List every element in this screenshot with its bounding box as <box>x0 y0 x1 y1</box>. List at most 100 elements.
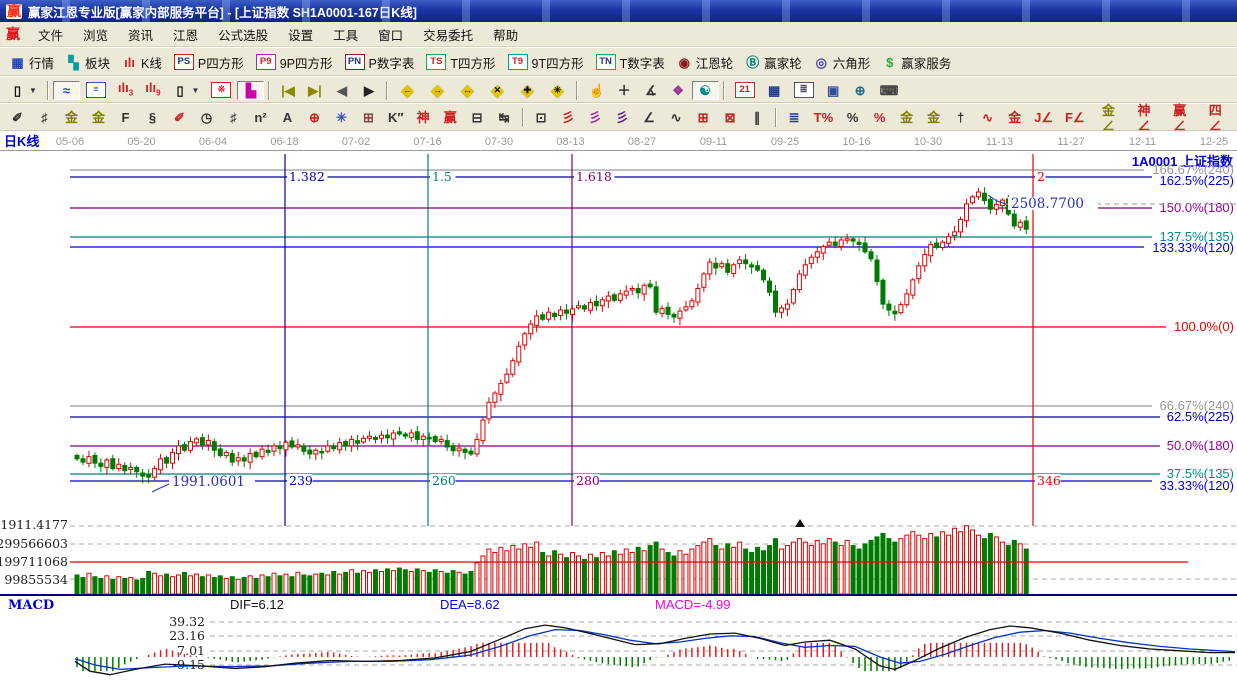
fan-purple-button[interactable]: 彡 <box>582 108 609 127</box>
gold-level-1-button[interactable]: 金 <box>58 108 85 127</box>
gold-level-2-button[interactable]: 金 <box>85 108 112 127</box>
crosshair-tool-button[interactable]: ＋ <box>611 81 638 100</box>
fan-purple-box-button[interactable]: 彡 <box>609 108 636 127</box>
window-titlebar[interactable]: 赢 赢家江恩专业版[赢家内部服务平台] - [上证指数 SH1A0001-167… <box>0 0 1237 22</box>
winner-service-button[interactable]: $赢家服务 <box>876 51 957 74</box>
candle-style-button[interactable]: ▯▼ <box>4 81 43 100</box>
diamond-cross-button[interactable]: ◆✕ <box>482 80 512 101</box>
menu-item-help[interactable]: 帮助 <box>483 22 528 47</box>
shen-tool-button[interactable]: 神 <box>410 108 437 127</box>
kline-button[interactable]: ılıK线 <box>116 51 168 74</box>
grid-red-1-button[interactable]: ⊞ <box>690 108 717 127</box>
nav-first-button[interactable]: |◀ <box>274 81 301 100</box>
parallel-lines-button[interactable]: ∥ <box>744 108 771 127</box>
shen-angle-button[interactable]: 神∠ <box>1126 101 1162 135</box>
menu-item-news[interactable]: 资讯 <box>118 22 163 47</box>
hexagon-button[interactable]: ◎六角形 <box>808 51 877 74</box>
calculator-button[interactable]: ▦ <box>761 81 788 100</box>
gold-lines-button[interactable]: 金 <box>920 108 947 127</box>
workstation-button[interactable]: ⌨ <box>874 81 905 100</box>
sword-button[interactable]: † <box>947 108 974 127</box>
spiral-5-button[interactable]: § <box>139 108 166 127</box>
t-table-button[interactable]: TNT数字表 <box>590 51 671 74</box>
notebook-button[interactable]: ≣ <box>788 80 820 100</box>
nav-next-button[interactable]: ▶ <box>355 81 382 100</box>
menu-item-window-menu[interactable]: 窗口 <box>368 22 413 47</box>
gold-circle-button[interactable]: 金 <box>893 108 920 127</box>
zigzag-mode-button[interactable]: ≈ <box>53 81 80 100</box>
corner-box-button[interactable]: ⊡ <box>528 108 555 127</box>
grid-red-2-button[interactable]: ⊠ <box>717 108 744 127</box>
eraser-pen-button[interactable]: ✐ <box>4 108 31 127</box>
sectors-button[interactable]: ▚板块 <box>60 51 116 74</box>
four-angle-button[interactable]: 四∠ <box>1197 101 1233 135</box>
win-angle-button[interactable]: 赢∠ <box>1162 101 1198 135</box>
diamond-left-button[interactable]: ◆← <box>392 80 422 101</box>
angle-lines-button[interactable]: ∠ <box>636 108 663 127</box>
menu-item-formula-select[interactable]: 公式选股 <box>208 22 278 47</box>
arrows-h-button[interactable]: ↹ <box>491 108 518 127</box>
save-button[interactable]: ▣ <box>820 81 847 100</box>
svg-text:06-18: 06-18 <box>270 136 298 148</box>
fan-red-button[interactable]: 彡 <box>555 108 582 127</box>
p-square-button[interactable]: PSP四方形 <box>168 51 250 74</box>
menu-item-trade[interactable]: 交易委托 <box>413 22 483 47</box>
k-quote-button[interactable]: K″ <box>382 108 410 127</box>
red-pen-button[interactable]: ✐ <box>166 108 193 127</box>
a-wave-red-button[interactable]: ∿ <box>974 108 1001 127</box>
menu-item-file[interactable]: 文件 <box>28 22 73 47</box>
gold-red-button[interactable]: 金 <box>1001 108 1028 127</box>
win-tool-button[interactable]: 赢 <box>437 108 464 127</box>
web-link-button[interactable]: ⊕ <box>847 81 874 100</box>
diamond-right-button[interactable]: ◆→ <box>422 80 452 101</box>
menu-item-settings[interactable]: 设置 <box>278 22 323 47</box>
calendar-button[interactable]: 21 <box>729 80 761 100</box>
list-bars-button[interactable]: ≣ <box>781 108 808 127</box>
tick-lines-2-button[interactable]: ♯ <box>220 108 247 127</box>
ruler-123-button[interactable]: ⊟ <box>464 108 491 127</box>
chart-canvas[interactable]: 日K线05-0605-2006-0406-1807-0207-1607-3008… <box>0 131 1237 689</box>
f-angle-button[interactable]: F∠ <box>1059 108 1091 127</box>
9t-square-button[interactable]: T99T四方形 <box>502 51 590 74</box>
a-line-button[interactable]: A <box>274 108 301 127</box>
gold-angle-button[interactable]: 金∠ <box>1091 101 1127 135</box>
bars-9-button[interactable]: ılı9 <box>139 78 166 103</box>
9p-square-button[interactable]: P99P四方形 <box>250 51 339 74</box>
t-square-button[interactable]: TST四方形 <box>420 51 501 74</box>
gann-wheel-button[interactable]: ◉江恩轮 <box>671 51 740 74</box>
menu-item-browse[interactable]: 浏览 <box>73 22 118 47</box>
candle-hollow-button[interactable]: ▯▼ <box>167 81 206 100</box>
time-clock-button[interactable]: ◷ <box>193 108 220 127</box>
diamond-star-button[interactable]: ◆✳ <box>542 80 572 101</box>
hand-tool-button[interactable]: ☝ <box>582 81 610 100</box>
winner-wheel-button[interactable]: Ⓑ赢家轮 <box>739 51 808 74</box>
nav-prev-button[interactable]: ◀ <box>328 81 355 100</box>
menu-item-gann[interactable]: 江恩 <box>163 22 208 47</box>
n-square-button[interactable]: n² <box>247 108 274 127</box>
nav-last-button[interactable]: ▶| <box>301 81 328 100</box>
diamond-plus-button[interactable]: ◆✚ <box>512 80 542 101</box>
quotes-button[interactable]: ▦行情 <box>4 51 60 74</box>
color-histogram-button[interactable]: ▙ <box>237 81 264 100</box>
menu-item-tools[interactable]: 工具 <box>323 22 368 47</box>
toolbar-separator <box>47 81 49 100</box>
j-angle-button[interactable]: J∠ <box>1028 108 1059 127</box>
wave-v-button[interactable]: ∿ <box>663 108 690 127</box>
percent-button[interactable]: % <box>839 108 866 127</box>
svg-text:260: 260 <box>432 473 456 488</box>
percent-line-button[interactable]: % <box>866 108 893 127</box>
pattern-box-button[interactable]: ※ <box>205 80 237 100</box>
grid-box-button[interactable]: ⊞ <box>355 108 382 127</box>
diamond-hspan-button[interactable]: ◆↔ <box>452 80 482 101</box>
quote-doc-button[interactable]: ≡ <box>80 80 112 100</box>
target-red-button[interactable]: ⊕ <box>301 108 328 127</box>
angle-tool-button[interactable]: ∡ <box>638 81 665 100</box>
p-table-button[interactable]: PNP数字表 <box>339 51 421 74</box>
pattern-tool-button[interactable]: ☯ <box>692 81 719 100</box>
tick-lines-button[interactable]: ♯ <box>31 108 58 127</box>
fib-f-button[interactable]: F <box>112 108 139 127</box>
gann-frame-tool-button[interactable]: ❖ <box>665 81 692 100</box>
star-blue-button[interactable]: ✳ <box>328 108 355 127</box>
t-percent-button[interactable]: T% <box>808 108 840 127</box>
bars-3-button[interactable]: ılı3 <box>112 78 139 103</box>
